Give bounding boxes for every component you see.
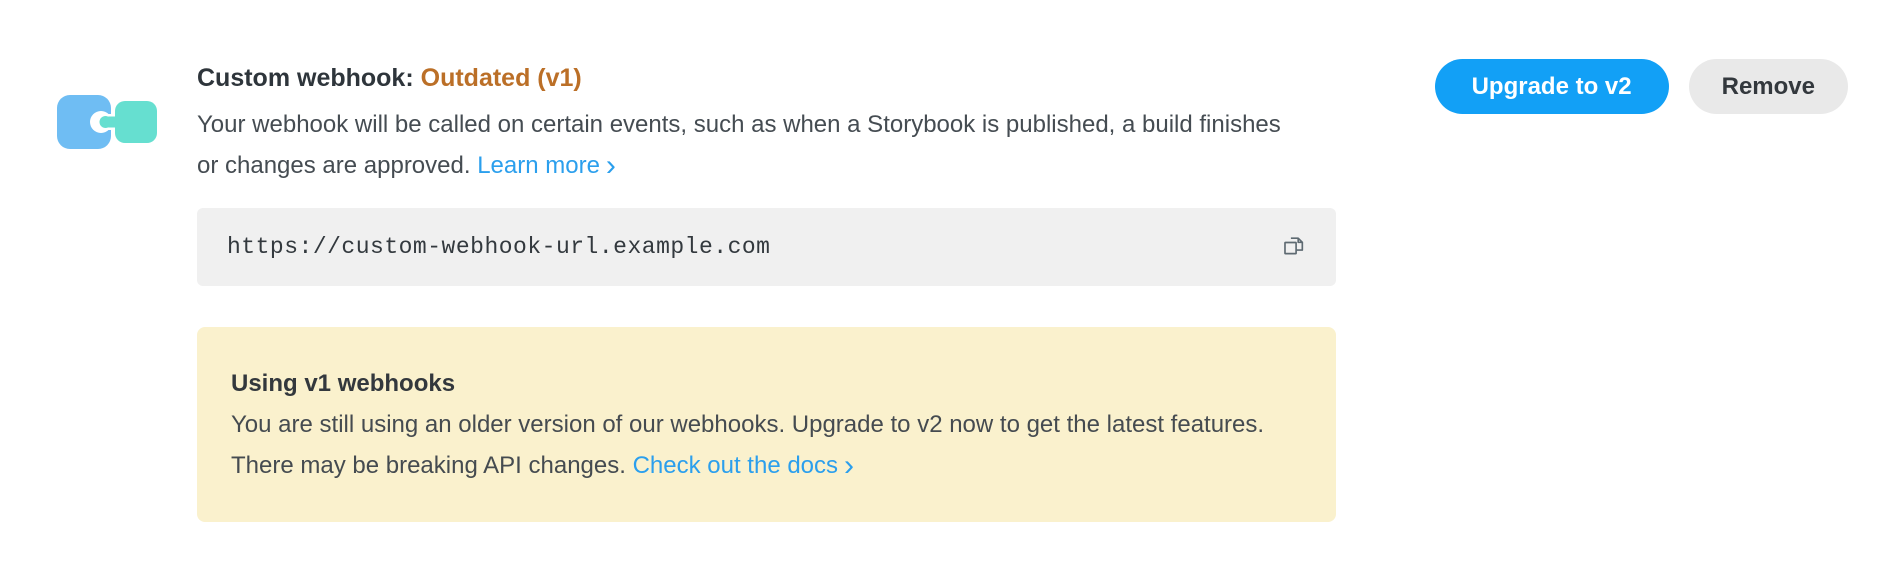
warning-body: You are still using an older version of …	[231, 404, 1271, 486]
chevron-right-icon: ›	[606, 154, 616, 178]
check-docs-link[interactable]: Check out the docs›	[633, 452, 854, 479]
copy-pages-icon	[1280, 234, 1307, 261]
webhook-description-text: Your webhook will be called on certain e…	[197, 111, 1281, 179]
integration-icon-container	[57, 81, 157, 158]
warning-title: Using v1 webhooks	[231, 363, 1302, 404]
webhook-description: Your webhook will be called on certain e…	[197, 104, 1287, 186]
webhook-title-line: Custom webhook: Outdated (v1)	[197, 59, 1336, 97]
upgrade-to-v2-button[interactable]: Upgrade to v2	[1435, 59, 1669, 114]
webhook-actions: Upgrade to v2 Remove	[1435, 59, 1848, 114]
learn-more-link[interactable]: Learn more›	[477, 152, 616, 179]
webhook-url-field: https://custom-webhook-url.example.com	[197, 208, 1336, 286]
v1-warning-card: Using v1 webhooks You are still using an…	[197, 327, 1336, 522]
custom-webhook-panel: Custom webhook: Outdated (v1) Your webho…	[0, 0, 1902, 522]
copy-url-button[interactable]	[1276, 230, 1310, 264]
chevron-right-icon: ›	[844, 454, 854, 478]
learn-more-label: Learn more	[477, 152, 600, 179]
webhook-url-value: https://custom-webhook-url.example.com	[227, 234, 771, 260]
remove-webhook-button[interactable]: Remove	[1689, 59, 1848, 114]
webhook-title: Custom webhook:	[197, 64, 414, 92]
webhook-content: Custom webhook: Outdated (v1) Your webho…	[197, 59, 1336, 522]
check-docs-label: Check out the docs	[633, 452, 838, 479]
puzzle-pieces-icon	[57, 81, 157, 153]
webhook-status-badge: Outdated (v1)	[421, 64, 582, 92]
